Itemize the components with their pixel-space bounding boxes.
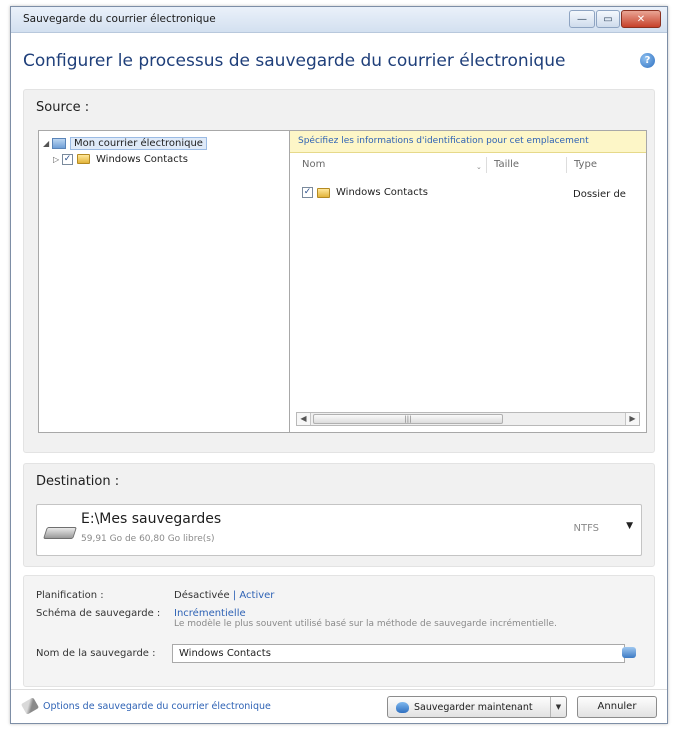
- email-backup-options-label: Options de sauvegarde du courrier électr…: [43, 700, 271, 712]
- help-icon[interactable]: ?: [640, 53, 655, 68]
- source-panel: Source : ◢ Mon courrier électronique ▷ ✓…: [23, 89, 655, 453]
- backup-now-button[interactable]: Sauvegarder maintenant: [388, 697, 550, 717]
- schedule-status: Désactivée: [174, 590, 230, 601]
- destination-free-space: 59,91 Go de 60,80 Go libre(s): [81, 534, 215, 544]
- scroll-left-icon[interactable]: ◀: [297, 413, 311, 425]
- column-divider[interactable]: [486, 157, 487, 173]
- collapse-arrow-icon[interactable]: ◢: [43, 139, 52, 148]
- tree-item-checkbox[interactable]: ✓: [62, 153, 73, 165]
- scroll-right-icon[interactable]: ▶: [625, 413, 639, 425]
- cancel-button[interactable]: Annuler: [577, 696, 657, 718]
- scheme-description: Le modèle le plus souvent utilisé basé s…: [174, 619, 557, 629]
- column-header-name[interactable]: Nom: [302, 159, 325, 170]
- destination-filesystem: NTFS: [573, 523, 599, 534]
- horizontal-scrollbar[interactable]: ◀ ||| ▶: [296, 412, 640, 426]
- backup-options-dropdown-button[interactable]: ▼: [550, 697, 566, 717]
- scheme-link[interactable]: Incrémentielle: [174, 608, 246, 619]
- source-tree[interactable]: ◢ Mon courrier électronique ▷ ✓ Windows …: [38, 130, 290, 433]
- backup-window: Sauvegarde du courrier électronique — ▭ …: [10, 6, 668, 724]
- column-header-type[interactable]: Type: [574, 159, 597, 170]
- backup-now-label: Sauvegarder maintenant: [414, 701, 533, 713]
- mail-icon: [52, 137, 66, 149]
- window-title: Sauvegarde du courrier électronique: [23, 13, 216, 25]
- tree-item-label: Mon courrier électronique: [70, 136, 207, 150]
- destination-selector[interactable]: E:\Mes sauvegardes 59,91 Go de 60,80 Go …: [36, 504, 642, 556]
- dialog-footer: Options de sauvegarde du courrier électr…: [11, 689, 667, 723]
- tree-item-mailbox[interactable]: ◢ Mon courrier électronique: [43, 135, 207, 151]
- destination-path: E:\Mes sauvegardes: [81, 511, 222, 527]
- source-label: Source :: [36, 100, 90, 115]
- drive-icon: [43, 527, 77, 539]
- sort-arrow-icon: ⌄: [476, 163, 482, 171]
- schedule-separator: |: [232, 590, 237, 601]
- tree-item-label: Windows Contacts: [96, 153, 188, 165]
- chat-icon[interactable]: [622, 647, 636, 658]
- source-content-list: Spécifiez les informations d'identificat…: [290, 130, 647, 433]
- column-header-size[interactable]: Taille: [494, 159, 519, 170]
- tree-item-windows-contacts[interactable]: ▷ ✓ Windows Contacts: [53, 151, 188, 167]
- window-controls: — ▭ ✕: [569, 10, 661, 28]
- backup-name-label: Nom de la sauvegarde :: [36, 648, 156, 659]
- scroll-thumb[interactable]: |||: [313, 414, 503, 424]
- page-title: Configurer le processus de sauvegarde du…: [23, 51, 566, 71]
- backup-name-input[interactable]: Windows Contacts: [172, 644, 625, 663]
- list-item-type: Dossier de: [573, 189, 626, 200]
- backup-now-split-button: Sauvegarder maintenant ▼: [387, 696, 567, 718]
- wrench-icon: [20, 697, 40, 715]
- email-backup-options-link[interactable]: Options de sauvegarde du courrier électr…: [20, 697, 271, 715]
- backup-icon: [396, 701, 409, 713]
- title-bar[interactable]: Sauvegarde du courrier électronique — ▭ …: [11, 7, 667, 33]
- options-panel: Planification : Désactivée | Activer Sch…: [23, 575, 655, 687]
- chevron-down-icon[interactable]: ▼: [626, 521, 633, 531]
- credentials-info-bar[interactable]: Spécifiez les informations d'identificat…: [290, 131, 646, 153]
- list-item-checkbox[interactable]: ✓: [302, 187, 313, 198]
- maximize-button[interactable]: ▭: [596, 10, 620, 28]
- expand-arrow-icon[interactable]: ▷: [53, 155, 62, 164]
- schedule-label: Planification :: [36, 590, 104, 601]
- minimize-button[interactable]: —: [569, 10, 595, 28]
- schedule-value: Désactivée | Activer: [174, 590, 274, 601]
- scheme-label: Schéma de sauvegarde :: [36, 608, 161, 619]
- column-divider[interactable]: [566, 157, 567, 173]
- list-item-name: Windows Contacts: [336, 187, 428, 198]
- folder-icon: [317, 187, 330, 198]
- destination-label: Destination :: [36, 474, 120, 489]
- destination-panel: Destination : E:\Mes sauvegardes 59,91 G…: [23, 463, 655, 567]
- folder-icon: [77, 154, 90, 164]
- enable-schedule-link[interactable]: Activer: [239, 590, 274, 601]
- close-button[interactable]: ✕: [621, 10, 661, 28]
- list-item[interactable]: ✓ Windows Contacts: [302, 187, 428, 198]
